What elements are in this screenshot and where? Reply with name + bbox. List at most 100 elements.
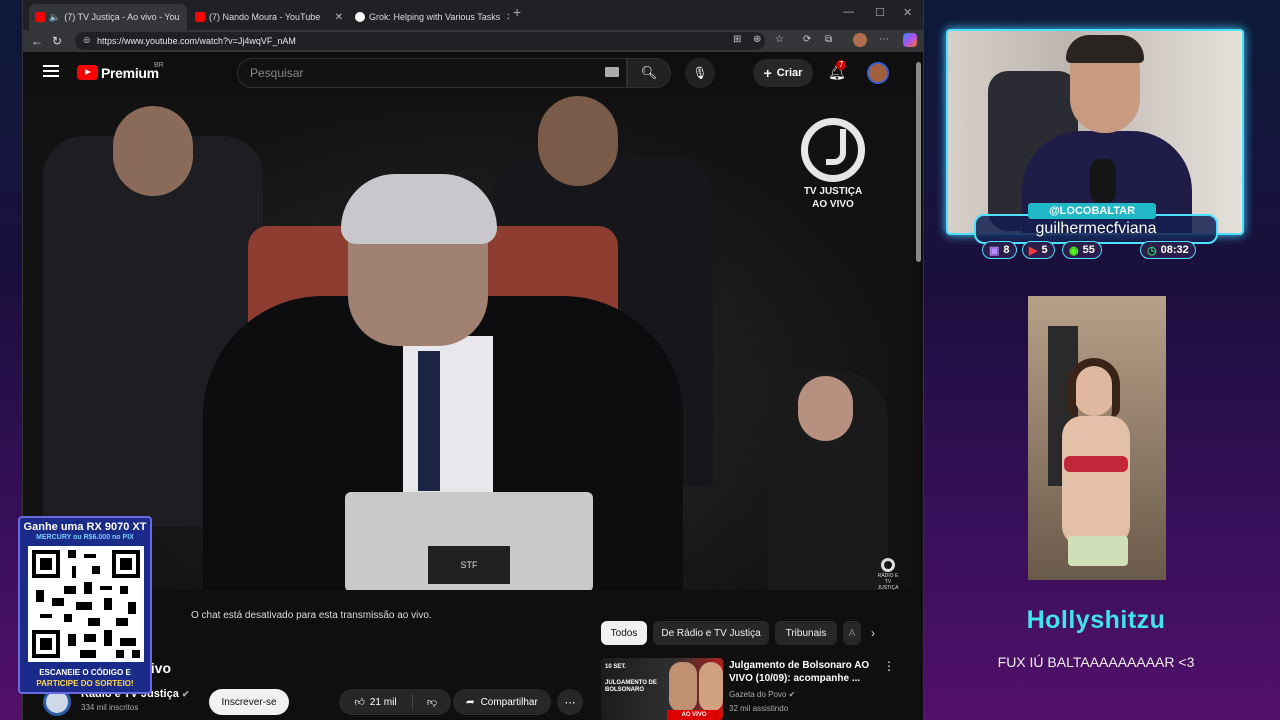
back-icon[interactable]: ← bbox=[27, 34, 47, 48]
judge-shirt bbox=[403, 336, 493, 496]
favorite-icon[interactable]: ☆ bbox=[775, 34, 784, 45]
tab-label: (7) TV Justiça - Ao vivo - You bbox=[64, 12, 180, 22]
youtube-viewers: 5 bbox=[1041, 244, 1048, 256]
collections-icon[interactable]: ⧉ bbox=[825, 34, 832, 45]
corner-logo-text: RÁDIO E TV JUSTIÇA bbox=[877, 573, 899, 590]
corner-logo-icon bbox=[881, 558, 895, 572]
minimize-icon[interactable]: — bbox=[843, 6, 854, 18]
plus-icon: + bbox=[763, 65, 772, 81]
scrollbar-thumb[interactable] bbox=[916, 62, 921, 262]
profile-icon[interactable] bbox=[853, 33, 867, 47]
more-icon: ⋯ bbox=[564, 696, 576, 709]
donor-name: Hollyshitzu bbox=[1026, 606, 1166, 634]
giveaway-footer-line1: ESCANEIE O CÓDIGO E bbox=[39, 668, 131, 677]
verified-icon: ✔︎ bbox=[181, 689, 190, 699]
zoom-icon[interactable]: ⊕ bbox=[753, 34, 761, 45]
extensions-icon[interactable]: ⟳ bbox=[803, 34, 811, 45]
twitch-icon: ▣ bbox=[989, 244, 1000, 257]
giveaway-panel: Ganhe uma RX 9070 XT MERCURY ou R$6.000 … bbox=[18, 516, 152, 694]
tab-nando-moura[interactable]: (7) Nando Moura - YouTube ✕ bbox=[189, 4, 349, 30]
chip-radio-tv-justica[interactable]: De Rádio e TV Justiça bbox=[653, 621, 769, 645]
address-bar: ← ↻ ⊜ https://www.youtube.com/watch?v=Jj… bbox=[23, 30, 923, 52]
dislike-button[interactable]: 👎︎ bbox=[413, 696, 451, 708]
share-icon: ➦ bbox=[466, 696, 475, 708]
youtube-icon bbox=[35, 12, 45, 22]
microphone-icon: 🎙︎ bbox=[692, 66, 708, 80]
apps-icon[interactable]: ⊞ bbox=[733, 34, 741, 45]
judge-hair bbox=[341, 174, 497, 244]
giveaway-footer-line2: PARTICIPE DO SORTEIO! bbox=[36, 679, 134, 688]
like-count: 21 mil bbox=[369, 696, 397, 708]
kebab-menu-icon[interactable]: ⋮ bbox=[883, 659, 895, 673]
tab-label: (7) Nando Moura - YouTube bbox=[209, 12, 321, 22]
region-code: BR bbox=[154, 62, 164, 69]
stat-youtube: ▶ 5 bbox=[1022, 241, 1055, 259]
chip-truncated[interactable]: A bbox=[843, 621, 861, 645]
giveaway-title: Ganhe uma RX 9070 XT bbox=[23, 521, 147, 533]
url-field[interactable]: ⊜ https://www.youtube.com/watch?v=Jj4wqV… bbox=[75, 32, 765, 50]
hamburger-menu-icon[interactable] bbox=[43, 65, 59, 77]
tv-justica-logo-icon bbox=[801, 118, 865, 182]
share-button[interactable]: ➦ Compartilhar bbox=[453, 689, 551, 715]
twitch-viewers: 8 bbox=[1003, 244, 1010, 256]
video-player[interactable]: TV JUSTIÇA AO VIVO STF RÁDIO E TV JUSTIÇ… bbox=[23, 96, 913, 590]
speaker-icon: 🔈 bbox=[49, 11, 61, 22]
close-window-icon[interactable]: ✕ bbox=[903, 6, 912, 19]
grok-icon bbox=[355, 12, 365, 22]
watermark-title: TV JUSTIÇA bbox=[803, 186, 863, 197]
close-icon[interactable]: ✕ bbox=[180, 12, 187, 23]
recommended-channel-text: Gazeta do Povo bbox=[729, 690, 787, 699]
tab-bar: 🔈 (7) TV Justiça - Ao vivo - You ✕ (7) N… bbox=[23, 0, 923, 30]
site-info-icon[interactable]: ⊜ bbox=[83, 35, 91, 46]
search-button[interactable]: 🔍︎ bbox=[627, 58, 671, 88]
youtube-page: Premium BR Pesquisar 🔍︎ 🎙︎ +Criar 🔔︎ 7 bbox=[23, 52, 923, 720]
subscriber-count: 334 mil inscritos bbox=[81, 703, 139, 712]
person-left-head bbox=[113, 106, 193, 196]
create-button[interactable]: + Criar bbox=[753, 59, 813, 87]
youtube-logo-icon[interactable] bbox=[77, 65, 98, 80]
stat-twitch: ▣ 8 bbox=[982, 241, 1017, 259]
person-right-head bbox=[538, 96, 618, 186]
stat-uptime: ◷ 08:32 bbox=[1140, 241, 1196, 259]
qr-code-icon bbox=[28, 546, 144, 662]
maximize-icon[interactable]: ☐ bbox=[875, 6, 885, 19]
thumbs-down-icon: 👎︎ bbox=[426, 697, 438, 708]
alert-shorts bbox=[1068, 536, 1128, 566]
tab-tv-justica[interactable]: 🔈 (7) TV Justiça - Ao vivo - You ✕ bbox=[29, 4, 187, 30]
close-icon[interactable]: ✕ bbox=[500, 12, 509, 23]
share-label: Compartilhar bbox=[480, 696, 538, 708]
chip-tribunais[interactable]: Tribunais bbox=[775, 621, 837, 645]
reload-icon[interactable]: ↻ bbox=[47, 34, 67, 48]
judge-tie bbox=[418, 351, 440, 491]
tab-grok[interactable]: Grok: Helping with Various Tasks ✕ bbox=[349, 4, 509, 30]
chevron-right-icon[interactable]: › bbox=[871, 626, 875, 640]
chip-todos[interactable]: Todos bbox=[601, 621, 647, 645]
voice-search-button[interactable]: 🎙︎ bbox=[685, 58, 715, 88]
tv-justica-watermark: TV JUSTIÇA AO VIVO bbox=[793, 185, 873, 211]
recommended-title[interactable]: Julgamento de Bolsonaro AO VIVO (10/09):… bbox=[729, 659, 875, 685]
subscribe-button[interactable]: Inscrever-se bbox=[209, 689, 289, 715]
clock-icon: ◷ bbox=[1147, 244, 1157, 257]
menu-icon[interactable]: ⋯ bbox=[879, 34, 889, 45]
donation-message: FUX IÚ BALTAAAAAAAAAR <3 bbox=[997, 654, 1195, 670]
thumbnail-face-2 bbox=[699, 662, 723, 712]
search-input[interactable]: Pesquisar bbox=[237, 58, 627, 88]
like-button[interactable]: 👍︎ 21 mil bbox=[339, 694, 413, 710]
search-placeholder: Pesquisar bbox=[250, 66, 304, 80]
youtube-header: Premium BR Pesquisar 🔍︎ 🎙︎ + Criar 🔔︎ 7 bbox=[23, 52, 923, 96]
account-avatar[interactable] bbox=[867, 62, 889, 84]
close-icon[interactable]: ✕ bbox=[329, 12, 343, 23]
recommended-thumbnail[interactable]: 10 SET. JULGAMENTO DE BOLSONARO AO VIVO bbox=[601, 658, 723, 720]
new-tab-icon[interactable]: + bbox=[513, 4, 521, 20]
keyboard-icon[interactable] bbox=[605, 67, 619, 77]
stf-label: STF bbox=[460, 560, 478, 570]
stream-layout: 🔈 (7) TV Justiça - Ao vivo - You ✕ (7) N… bbox=[0, 0, 1280, 720]
kick-viewers: 55 bbox=[1082, 244, 1095, 256]
copilot-icon[interactable] bbox=[903, 33, 917, 47]
stat-kick: ◉ 55 bbox=[1062, 241, 1102, 259]
more-actions-button[interactable]: ⋯ bbox=[557, 689, 583, 715]
verified-icon: ✔︎ bbox=[788, 690, 796, 699]
thumbnail-live-badge: AO VIVO bbox=[667, 710, 721, 720]
youtube-logo-text[interactable]: Premium bbox=[101, 65, 159, 81]
recommended-channel[interactable]: Gazeta do Povo ✔︎ bbox=[729, 690, 795, 699]
